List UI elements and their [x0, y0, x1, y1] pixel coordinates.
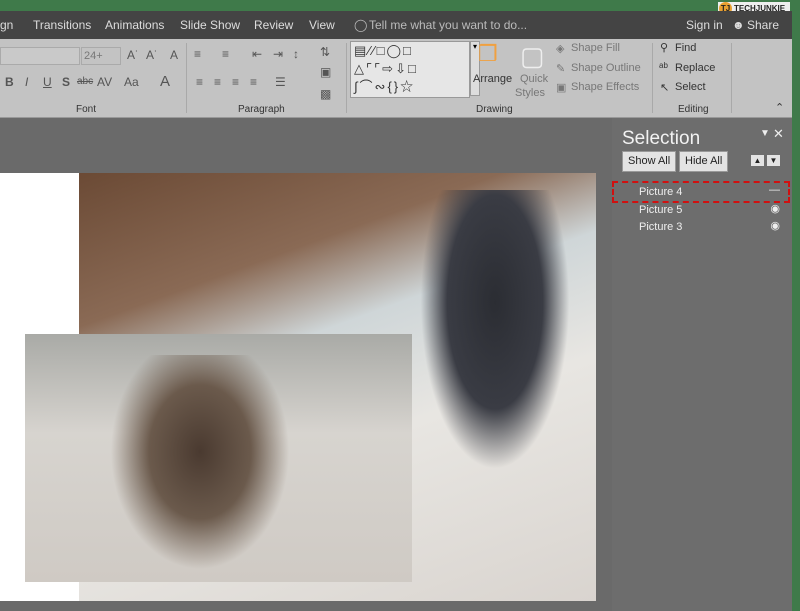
list-item[interactable]: Picture 3 ◉ [612, 219, 792, 236]
find-icon: ⚲ [660, 42, 669, 54]
tab-design[interactable]: gn [0, 18, 13, 32]
font-name-dropdown[interactable] [0, 47, 80, 65]
divider [346, 43, 347, 113]
dog-figure [420, 190, 570, 470]
lightbulb-icon: ◯ [354, 18, 368, 32]
shapes-gallery[interactable]: ▤∕∕□◯□ △⌜⌜⇨⇩□ ∫⌒∾{}☆ [350, 41, 470, 98]
shadow-icon[interactable]: S [62, 75, 70, 89]
share-icon: ☻ [732, 18, 745, 32]
list-item[interactable]: Picture 5 ◉ [612, 202, 792, 219]
highlight-annotation [612, 181, 790, 203]
align-text-icon[interactable]: ▣ [320, 65, 331, 79]
arrange-icon[interactable]: ❒ [478, 41, 498, 67]
bold-icon[interactable]: B [5, 75, 14, 89]
replace-icon: ab [659, 61, 668, 70]
justify-icon[interactable]: ≡ [250, 75, 257, 89]
arrange-button[interactable]: Arrange [473, 73, 512, 85]
clear-format-icon[interactable]: A [170, 48, 178, 62]
dog-figure [110, 355, 290, 570]
quick-styles-button[interactable]: Quick [520, 73, 548, 85]
divider [731, 43, 732, 113]
numbering-icon[interactable]: ≡ [222, 47, 229, 61]
change-case-icon[interactable]: Aa [124, 75, 139, 89]
paragraph-group-label: Paragraph [238, 104, 285, 115]
send-backward-icon[interactable]: ▼ [767, 155, 780, 166]
columns-icon[interactable]: ☰ [275, 75, 286, 89]
decrease-indent-icon[interactable]: ⇤ [252, 47, 262, 61]
font-group-label: Font [76, 104, 97, 115]
hide-all-button[interactable]: Hide All [679, 151, 729, 172]
bring-forward-icon[interactable]: ▲ [751, 155, 764, 166]
shape-icons[interactable]: ▤∕∕□◯□ △⌜⌜⇨⇩□ ∫⌒∾{}☆ [351, 42, 469, 96]
quick-styles-icon[interactable]: ▢ [520, 41, 545, 72]
window-edge [792, 0, 800, 611]
selection-pane-title: Selection [622, 128, 701, 149]
ribbon-tabs: gn Transitions Animations Slide Show Rev… [0, 11, 792, 39]
eye-icon[interactable]: ◉ [770, 202, 780, 215]
tab-view[interactable]: View [309, 18, 335, 32]
pane-options-icon[interactable]: ▼ [760, 128, 770, 139]
font-size-dropdown[interactable]: 24+ [81, 47, 121, 65]
eye-icon[interactable]: ◉ [770, 219, 780, 232]
shape-fill-icon: ◈ [556, 43, 565, 55]
text-direction-icon[interactable]: ⇅ [320, 45, 330, 59]
collapse-ribbon-icon[interactable]: ⌃ [775, 101, 784, 114]
increase-indent-icon[interactable]: ⇥ [273, 47, 283, 61]
title-bar [0, 0, 800, 11]
shape-effects-button[interactable]: Shape Effects [571, 81, 639, 93]
editing-group-label: Editing [678, 104, 709, 115]
shape-outline-button[interactable]: Shape Outline [571, 62, 641, 74]
item-label: Picture 3 [639, 221, 683, 233]
sign-in-link[interactable]: Sign in [686, 18, 723, 32]
bullets-icon[interactable]: ≡ [194, 47, 201, 61]
shape-effects-icon: ▣ [556, 82, 567, 94]
select-icon: ↖ [660, 82, 670, 94]
drawing-group-label: Drawing [476, 104, 513, 115]
tell-me-input[interactable]: Tell me what you want to do... [369, 18, 527, 32]
show-all-button[interactable]: Show All [622, 151, 677, 172]
tab-transitions[interactable]: Transitions [33, 18, 91, 32]
tab-review[interactable]: Review [254, 18, 293, 32]
select-button[interactable]: Select [675, 81, 706, 93]
align-center-icon[interactable]: ≡ [214, 75, 221, 89]
item-label: Picture 5 [639, 204, 683, 216]
divider [652, 43, 653, 113]
find-button[interactable]: Find [675, 42, 696, 54]
tab-animations[interactable]: Animations [105, 18, 164, 32]
line-spacing-icon[interactable]: ↕ [293, 47, 299, 61]
font-color-icon[interactable]: A [160, 73, 170, 90]
align-right-icon[interactable]: ≡ [232, 75, 239, 89]
quick-styles-button-line2[interactable]: Styles [515, 87, 545, 99]
shape-fill-button[interactable]: Shape Fill [571, 42, 620, 54]
italic-icon[interactable]: I [25, 75, 28, 89]
replace-button[interactable]: Replace [675, 62, 715, 74]
tab-slide-show[interactable]: Slide Show [180, 18, 240, 32]
grow-font-icon[interactable]: A˙ [127, 48, 139, 62]
align-left-icon[interactable]: ≡ [196, 75, 203, 89]
shrink-font-icon[interactable]: A˙ [146, 48, 158, 62]
shape-outline-icon: ✎ [556, 63, 566, 75]
share-button[interactable]: Share [747, 18, 779, 32]
char-spacing-icon[interactable]: AV [97, 75, 112, 89]
divider [186, 43, 187, 113]
strikethrough-icon[interactable]: abc [77, 76, 93, 87]
smartart-icon[interactable]: ▩ [320, 87, 331, 101]
close-icon[interactable]: ✕ [773, 126, 784, 142]
underline-icon[interactable]: U [43, 75, 52, 89]
